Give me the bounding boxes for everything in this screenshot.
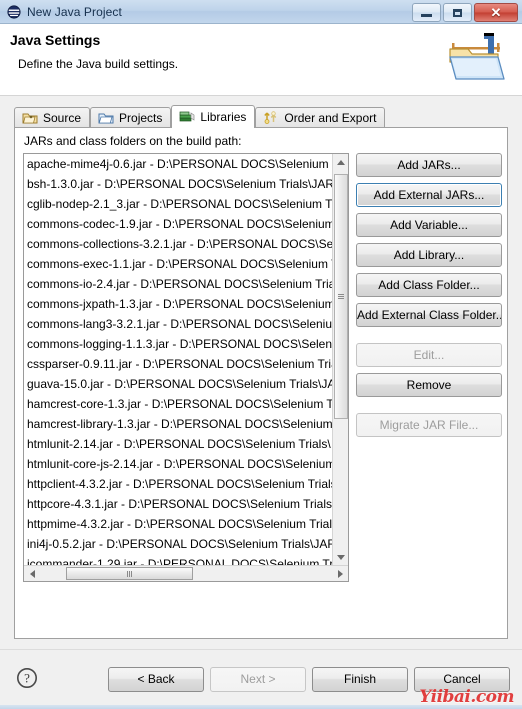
tab-label: Projects <box>119 111 163 125</box>
scroll-left-button[interactable] <box>24 566 40 581</box>
library-actions: Add JARs... Add External JARs... Add Var… <box>356 153 502 443</box>
next-button[interactable]: Next > <box>210 667 306 692</box>
dialog-content: Source Projects Libraries Order and Expo… <box>0 96 522 649</box>
add-external-class-folder-button[interactable]: Add External Class Folder... <box>356 303 502 327</box>
java-folder-banner-icon <box>449 33 505 80</box>
remove-button[interactable]: Remove <box>356 373 502 397</box>
add-library-button[interactable]: Add Library... <box>356 243 502 267</box>
help-icon[interactable]: ? <box>16 667 38 689</box>
close-icon: ✕ <box>490 5 502 20</box>
libraries-books-icon <box>180 111 195 122</box>
chevron-left-icon <box>29 569 35 578</box>
tab-projects[interactable]: Projects <box>90 107 172 128</box>
list-item[interactable]: commons-io-2.4.jar - D:\PERSONAL DOCS\Se… <box>24 274 332 294</box>
libraries-panel: JARs and class folders on the build path… <box>14 127 508 639</box>
tab-order-and-export[interactable]: Order and Export <box>255 107 386 128</box>
java-project-icon <box>7 5 21 19</box>
page-subtitle: Define the Java build settings. <box>18 57 179 71</box>
build-path-label: JARs and class folders on the build path… <box>24 134 242 148</box>
window-controls: ✕ <box>412 3 518 22</box>
projects-folder-icon <box>98 113 114 124</box>
page-title: Java Settings <box>10 32 101 48</box>
source-folder-icon <box>22 113 38 124</box>
horizontal-scroll-thumb[interactable] <box>66 567 193 580</box>
chevron-down-icon <box>336 554 345 560</box>
tab-libraries[interactable]: Libraries <box>171 105 256 128</box>
close-button[interactable]: ✕ <box>474 3 518 22</box>
scroll-thumb-grip <box>338 293 344 300</box>
order-export-arrows-icon <box>264 111 277 124</box>
list-item[interactable]: hamcrest-library-1.3.jar - D:\PERSONAL D… <box>24 414 332 434</box>
wizard-buttons: < Back Next > Finish Cancel <box>108 667 510 692</box>
title-bar: New Java Project ✕ <box>0 0 522 24</box>
build-path-list[interactable]: apache-mime4j-0.6.jar - D:\PERSONAL DOCS… <box>23 153 349 582</box>
build-path-rows: apache-mime4j-0.6.jar - D:\PERSONAL DOCS… <box>24 154 332 565</box>
button-group-separator <box>356 333 502 343</box>
dialog-footer: ? < Back Next > Finish Cancel Yiibai.com <box>0 649 522 709</box>
list-item[interactable]: commons-exec-1.1.jar - D:\PERSONAL DOCS\… <box>24 254 332 274</box>
tab-label: Libraries <box>200 110 247 124</box>
new-java-project-dialog: New Java Project ✕ Java Settings Define … <box>0 0 522 709</box>
minimize-icon <box>421 14 432 17</box>
list-item[interactable]: httpcore-4.3.1.jar - D:\PERSONAL DOCS\Se… <box>24 494 332 514</box>
list-item[interactable]: guava-15.0.jar - D:\PERSONAL DOCS\Seleni… <box>24 374 332 394</box>
list-item[interactable]: htmlunit-2.14.jar - D:\PERSONAL DOCS\Sel… <box>24 434 332 454</box>
window-bottom-edge <box>0 705 522 709</box>
svg-text:?: ? <box>24 671 30 686</box>
list-item[interactable]: commons-lang3-3.2.1.jar - D:\PERSONAL DO… <box>24 314 332 334</box>
vertical-scrollbar[interactable] <box>332 154 348 565</box>
add-variable-button[interactable]: Add Variable... <box>356 213 502 237</box>
list-item[interactable]: bsh-1.3.0.jar - D:\PERSONAL DOCS\Seleniu… <box>24 174 332 194</box>
add-jars-button[interactable]: Add JARs... <box>356 153 502 177</box>
tab-label: Order and Export <box>284 111 377 125</box>
list-item[interactable]: cglib-nodep-2.1_3.jar - D:\PERSONAL DOCS… <box>24 194 332 214</box>
maximize-icon <box>453 8 462 17</box>
vertical-scroll-thumb[interactable] <box>334 174 348 419</box>
add-external-jars-button[interactable]: Add External JARs... <box>356 183 502 207</box>
list-item[interactable]: cssparser-0.9.11.jar - D:\PERSONAL DOCS\… <box>24 354 332 374</box>
list-item[interactable]: commons-jxpath-1.3.jar - D:\PERSONAL DOC… <box>24 294 332 314</box>
scroll-up-button[interactable] <box>333 154 348 170</box>
title-bar-left: New Java Project <box>7 0 122 24</box>
list-item[interactable]: commons-codec-1.9.jar - D:\PERSONAL DOCS… <box>24 214 332 234</box>
wizard-header: Java Settings Define the Java build sett… <box>0 24 522 96</box>
window-title: New Java Project <box>27 5 122 19</box>
list-item[interactable]: commons-logging-1.1.3.jar - D:\PERSONAL … <box>24 334 332 354</box>
maximize-button[interactable] <box>443 3 472 22</box>
list-item[interactable]: htmlunit-core-js-2.14.jar - D:\PERSONAL … <box>24 454 332 474</box>
tab-strip: Source Projects Libraries Order and Expo… <box>14 105 386 128</box>
back-button[interactable]: < Back <box>108 667 204 692</box>
chevron-right-icon <box>337 569 343 578</box>
edit-button[interactable]: Edit... <box>356 343 502 367</box>
list-item[interactable]: ini4j-0.5.2.jar - D:\PERSONAL DOCS\Selen… <box>24 534 332 554</box>
add-class-folder-button[interactable]: Add Class Folder... <box>356 273 502 297</box>
list-item[interactable]: apache-mime4j-0.6.jar - D:\PERSONAL DOCS… <box>24 154 332 174</box>
migrate-jar-file-button[interactable]: Migrate JAR File... <box>356 413 502 437</box>
button-group-separator <box>356 403 502 413</box>
list-item[interactable]: jcommander-1.29.jar - D:\PERSONAL DOCS\S… <box>24 554 332 565</box>
list-item[interactable]: commons-collections-3.2.1.jar - D:\PERSO… <box>24 234 332 254</box>
tab-source[interactable]: Source <box>14 107 91 128</box>
scroll-thumb-grip <box>126 571 133 577</box>
list-item[interactable]: httpclient-4.3.2.jar - D:\PERSONAL DOCS\… <box>24 474 332 494</box>
scroll-right-button[interactable] <box>332 566 348 581</box>
minimize-button[interactable] <box>412 3 441 22</box>
list-item[interactable]: httpmime-4.3.2.jar - D:\PERSONAL DOCS\Se… <box>24 514 332 534</box>
cancel-button[interactable]: Cancel <box>414 667 510 692</box>
chevron-up-icon <box>336 159 345 165</box>
finish-button[interactable]: Finish <box>312 667 408 692</box>
tab-label: Source <box>43 111 82 125</box>
scroll-down-button[interactable] <box>333 549 348 565</box>
list-item[interactable]: hamcrest-core-1.3.jar - D:\PERSONAL DOCS… <box>24 394 332 414</box>
horizontal-scrollbar[interactable] <box>24 565 348 581</box>
